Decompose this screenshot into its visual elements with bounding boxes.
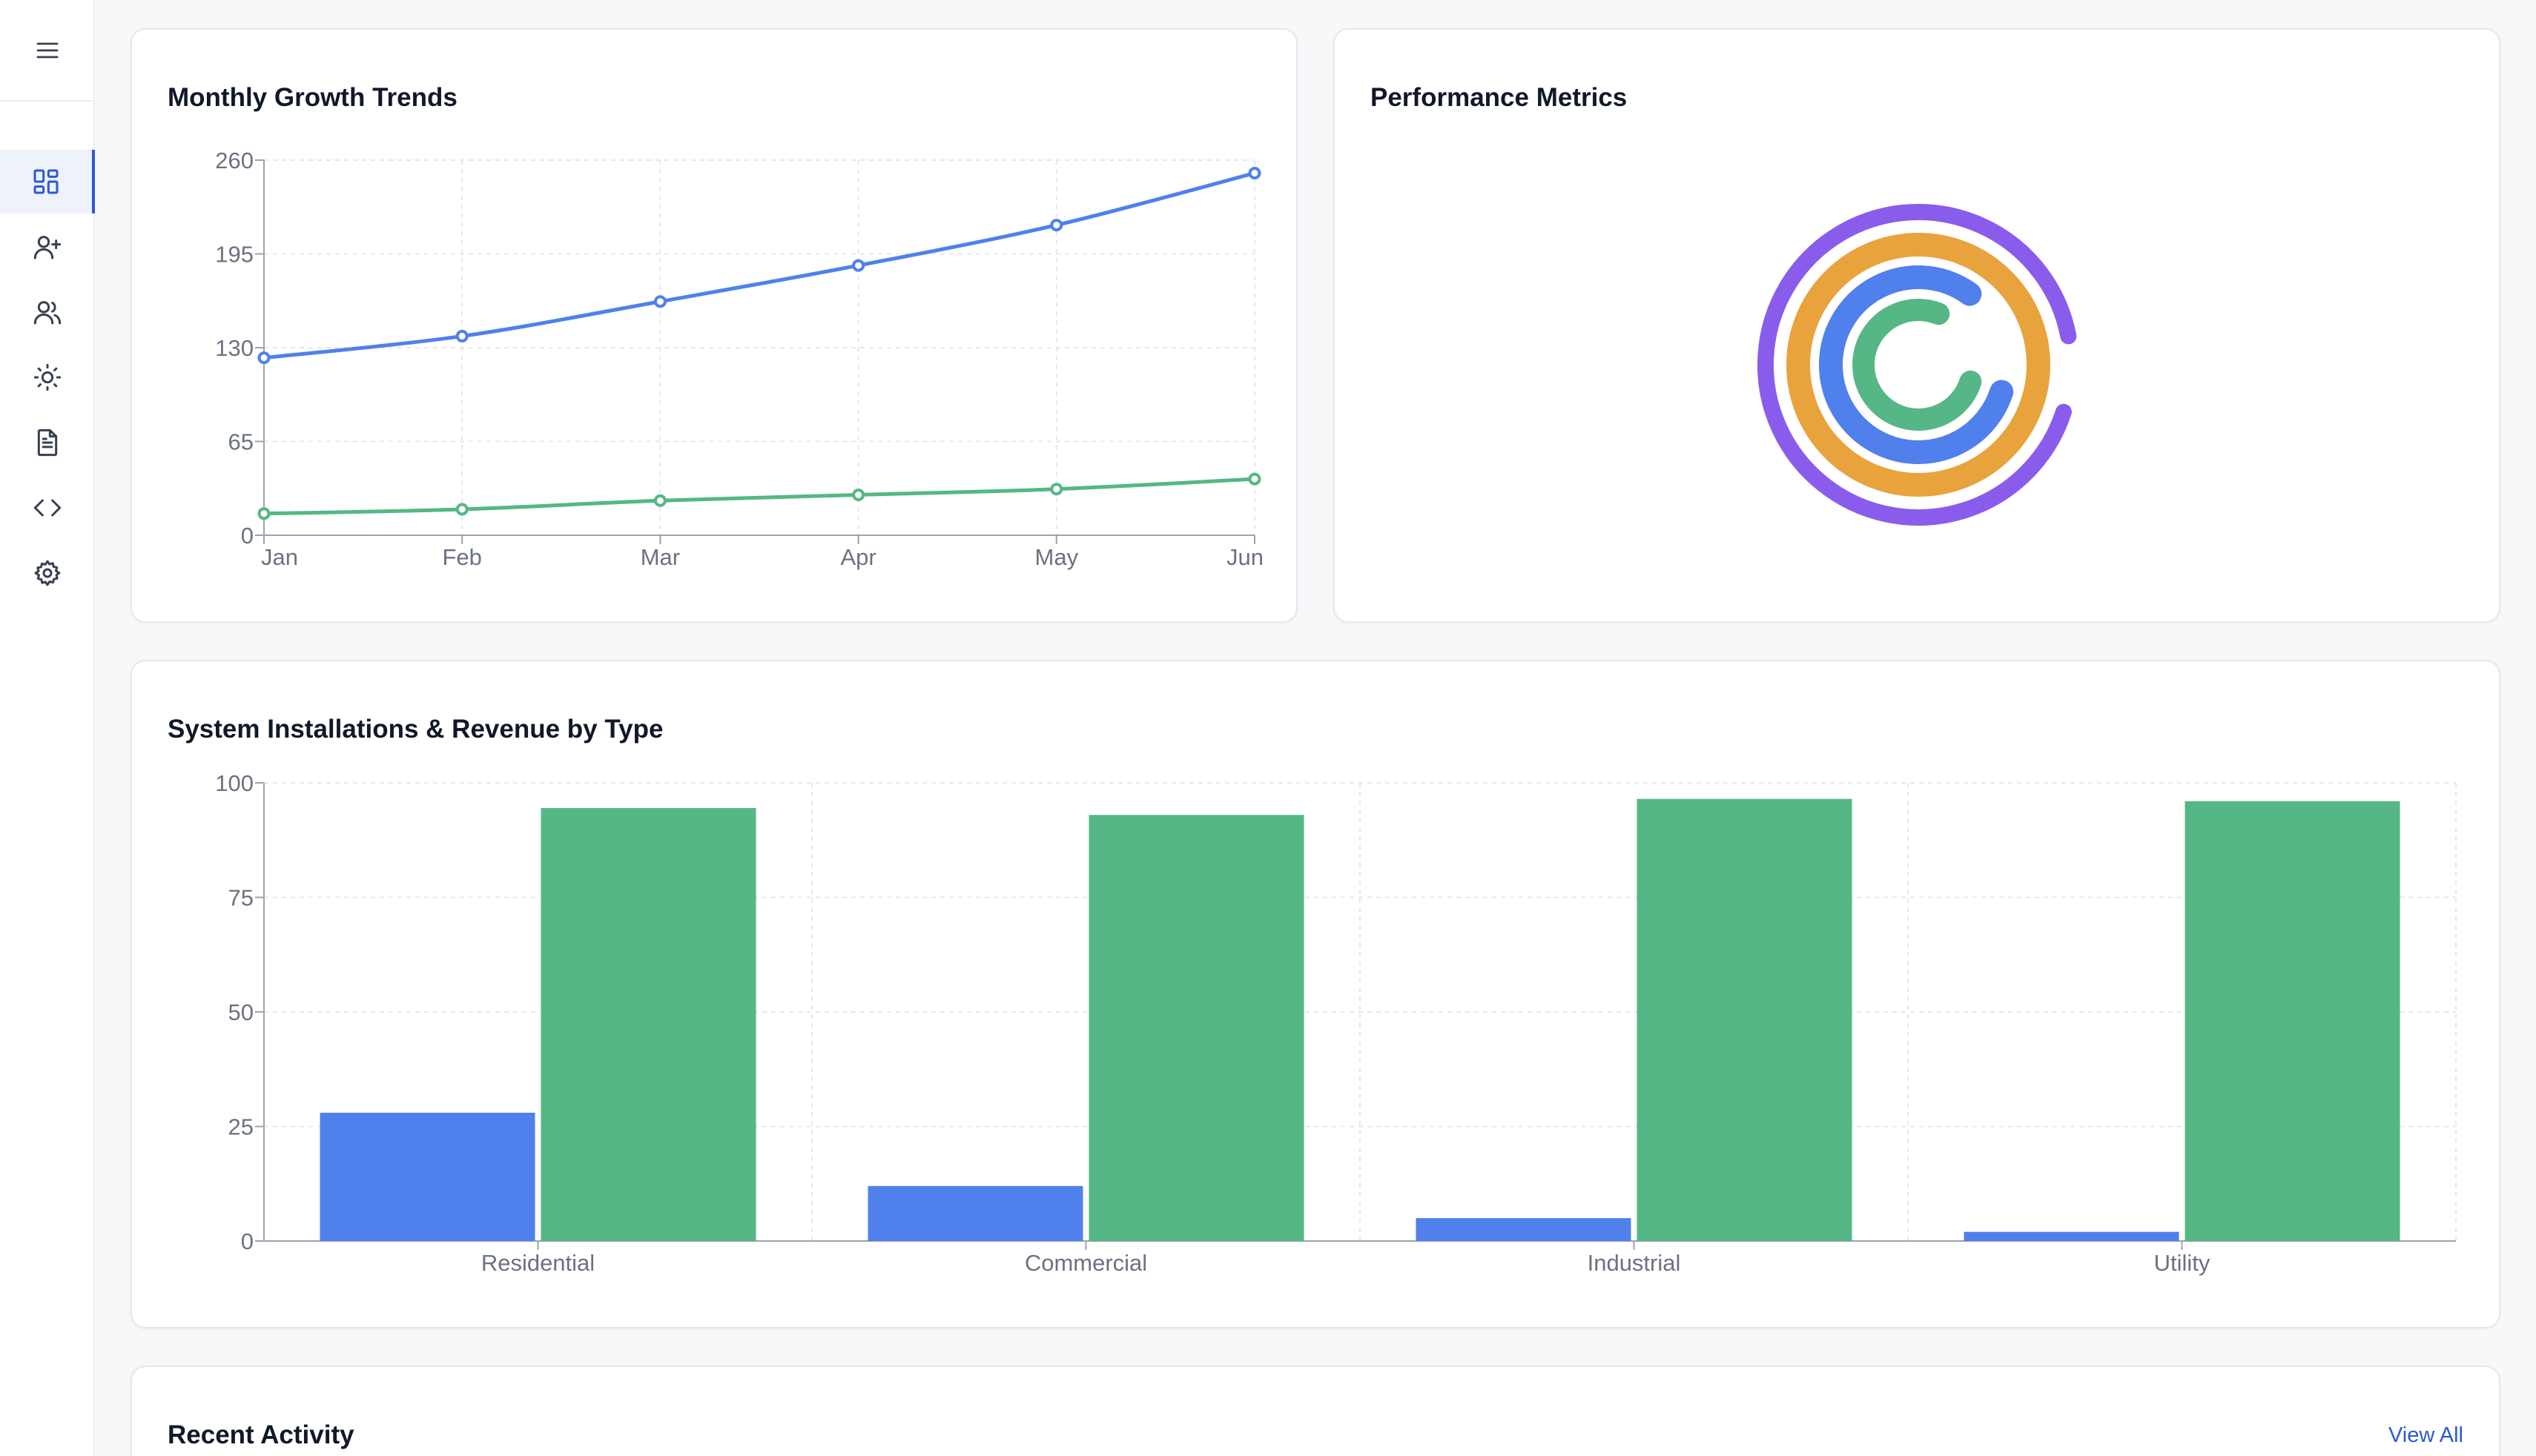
x-tick-label: May: [1035, 544, 1079, 570]
bar-2: [1089, 815, 1304, 1241]
hamburger-icon: [36, 42, 59, 59]
y-tick-label: 65: [228, 429, 254, 455]
y-tick-label: 25: [228, 1114, 254, 1140]
x-tick-label: Jun: [1226, 544, 1264, 570]
y-tick-label: 75: [228, 885, 254, 911]
sidebar-item-dashboard[interactable]: [0, 150, 95, 214]
data-point: [1050, 483, 1063, 496]
growth-trends-card: Monthly Growth Trends 0 65 130 195 260 Jan Feb…: [131, 28, 1298, 623]
bar-chart: 0 25 50 75 100 Residential Commercial Industria…: [215, 770, 2457, 1276]
series-line-1: [263, 171, 1255, 360]
sidebar-item-add-user[interactable]: [0, 215, 95, 279]
line-chart: 0 65 130 195 260 Jan Feb Mar Apr May Jun: [215, 148, 1264, 570]
performance-metrics-card: Performance Metrics: [1333, 28, 2500, 623]
hamburger-menu-button[interactable]: [30, 33, 65, 68]
sidebar-item-users[interactable]: [0, 280, 95, 344]
x-tick-label: Apr: [840, 544, 876, 570]
x-tick-label: Industrial: [1588, 1250, 1681, 1276]
radial-ring-4: [1852, 299, 1982, 431]
bar-1: [1416, 1218, 1631, 1241]
x-tick-label: Utility: [2154, 1250, 2210, 1276]
bar-2: [541, 807, 756, 1241]
y-tick-label: 260: [215, 148, 254, 173]
radial-bar-chart: [1757, 204, 2077, 526]
data-point: [1248, 167, 1261, 180]
sidebar-item-code[interactable]: [0, 476, 95, 540]
data-point: [455, 503, 469, 516]
data-point: [653, 295, 667, 308]
installations-revenue-card: System Installations & Revenue by Type 0…: [131, 660, 2500, 1328]
recent-activity-card: Recent Activity View All: [131, 1366, 2500, 1456]
data-point: [257, 351, 271, 365]
data-point: [1248, 472, 1261, 486]
y-tick-label: 100: [215, 770, 254, 796]
data-point: [455, 329, 469, 343]
sun-icon: [33, 363, 62, 391]
y-tick-label: 0: [241, 1228, 254, 1254]
sidebar-item-documents[interactable]: [0, 411, 95, 474]
document-icon: [37, 428, 58, 457]
data-point: [852, 259, 865, 272]
data-point: [852, 489, 865, 502]
dashboard-grid-icon: [33, 169, 59, 194]
x-tick-label: Commercial: [1025, 1250, 1147, 1276]
y-tick-label: 195: [215, 242, 254, 268]
y-tick-label: 50: [228, 999, 254, 1025]
recent-activity-title: Recent Activity: [168, 1420, 354, 1449]
x-tick-label: Mar: [641, 544, 680, 570]
bar-1: [868, 1185, 1083, 1241]
x-tick-label: Feb: [442, 544, 481, 570]
x-tick-label: Jan: [261, 544, 298, 570]
radial-ring-1: [1757, 204, 2077, 526]
sidebar-item-settings[interactable]: [0, 541, 95, 605]
users-icon: [33, 301, 62, 325]
gear-icon: [34, 560, 61, 586]
bar-2: [1637, 798, 1852, 1241]
bar-1: [320, 1112, 535, 1241]
sidebar-item-solar[interactable]: [0, 345, 95, 409]
sidebar-divider: [0, 100, 95, 102]
sidebar: [0, 0, 95, 1456]
x-tick-label: Residential: [481, 1250, 595, 1276]
data-point: [257, 507, 271, 520]
user-plus-icon: [33, 236, 62, 259]
y-tick-label: 130: [215, 335, 254, 361]
data-point: [1050, 219, 1063, 232]
series-line-2: [263, 477, 1255, 516]
view-all-link[interactable]: View All: [2388, 1423, 2463, 1448]
bar-1: [1964, 1231, 2179, 1241]
y-tick-label: 0: [241, 523, 254, 549]
bar-2: [2185, 801, 2400, 1241]
code-icon: [33, 499, 62, 517]
data-point: [653, 494, 667, 507]
